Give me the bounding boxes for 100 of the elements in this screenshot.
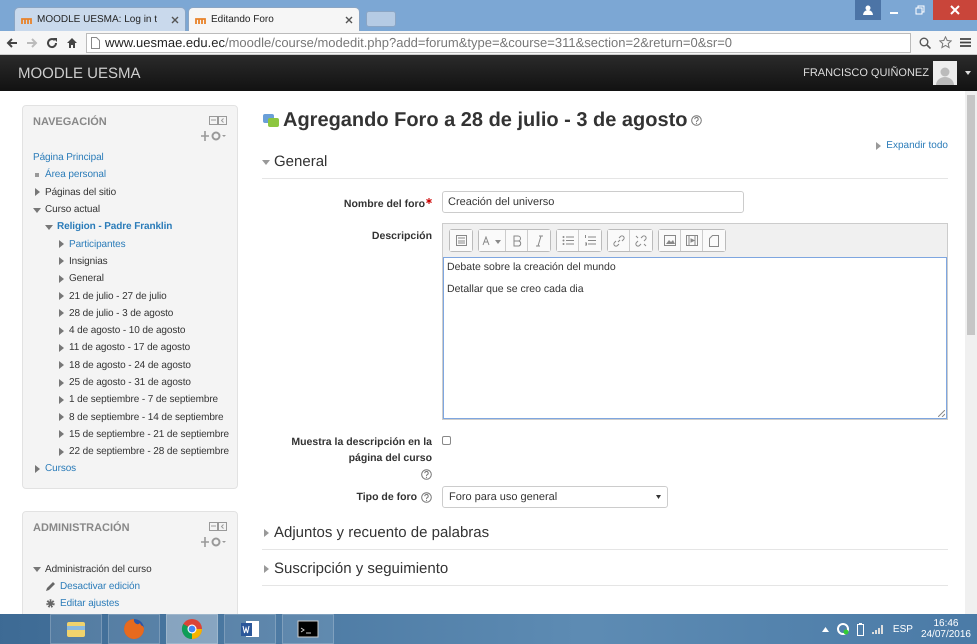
sync-icon[interactable] [836,623,849,635]
block-title: ADMINISTRACIÓN [33,522,130,534]
resize-handle-icon[interactable] [938,410,945,417]
nav-item[interactable]: 18 de agosto - 24 de agosto [69,360,191,371]
browser-tab[interactable]: Editando Foro [188,7,360,31]
move-and-gear-icon[interactable] [201,536,227,547]
numbered-list-icon[interactable] [579,230,601,251]
close-icon[interactable] [933,0,977,20]
nav-item[interactable]: Desactivar edición [60,581,140,592]
field-label: Nombre del foro [262,191,432,213]
expanded-arrow-icon [33,565,41,574]
nav-item[interactable]: 15 de septiembre - 21 de septiembre [69,428,229,440]
nav-item[interactable]: 1 de septiembre - 7 de septiembre [69,394,218,406]
forum-name-field[interactable]: Creación del universo [442,191,744,213]
nav-item[interactable]: Administración del curso [45,564,152,575]
move-and-gear-icon[interactable] [201,131,227,141]
description-text: Detallar que se creo cada dia [447,283,585,295]
language-indicator[interactable]: ESP [892,624,913,634]
forum-icon [262,112,280,128]
collapsed-arrow-icon [57,378,65,386]
nav-item[interactable]: General [69,273,104,284]
terminal-icon [297,620,319,638]
signal-icon[interactable] [872,624,885,634]
nav-item[interactable]: 28 de julio - 3 de agosto [69,308,174,319]
description-text: Debate sobre la creación del mundo [447,261,617,273]
nav-item[interactable]: Página Principal [33,152,104,164]
nav-item[interactable]: Cursos [45,463,76,474]
browser-tab[interactable]: MOODLE UESMA: Log in t [14,7,186,31]
section-heading[interactable]: Suscripción y seguimiento [274,560,448,577]
font-size-icon[interactable] [479,230,506,251]
nav-item[interactable]: 4 de agosto - 10 de agosto [69,325,186,336]
nav-item[interactable]: 8 de septiembre - 14 de septiembre [69,412,224,423]
scrollbar[interactable] [965,91,977,614]
taskbar-button[interactable] [224,614,276,644]
nav-item[interactable]: 11 de agosto - 17 de agosto [69,342,190,354]
collapsed-arrow-icon [262,564,270,572]
reload-icon[interactable] [46,36,58,48]
taskbar-button[interactable] [282,614,334,644]
menu-icon[interactable] [960,37,971,48]
clock[interactable]: 16:46 24/07/2016 [920,618,971,640]
firefox-icon [123,618,145,640]
back-icon[interactable] [6,36,18,48]
collapsed-arrow-icon [33,188,41,196]
link-icon[interactable] [608,230,630,251]
collapsed-arrow-icon [874,142,882,150]
zoom-icon[interactable] [919,36,931,48]
forum-type-select[interactable]: Foro para uso general [442,486,668,508]
media-icon[interactable] [681,230,703,251]
user-name[interactable]: FRANCISCO QUIÑONEZ [803,67,929,79]
expanded-arrow-icon [262,158,270,166]
nav-item[interactable]: Curso actual [45,204,100,216]
nav-item[interactable]: 22 de septiembre - 28 de septiembre [69,446,229,458]
nav-item[interactable]: 21 de julio - 27 de julio [69,290,167,302]
help-icon[interactable] [690,115,702,126]
nav-item[interactable]: Participantes [69,238,126,250]
close-icon[interactable] [171,16,179,24]
dock-icon[interactable] [209,522,227,531]
bold-icon[interactable] [506,230,528,251]
dock-icon[interactable] [209,116,227,125]
collapsed-arrow-icon [57,274,65,283]
help-icon[interactable] [421,469,432,480]
address-field[interactable]: www.uesmae.edu.ec/moodle/course/modedit.php?add=forum&type=&course=311&section=2&return=0&sr=0 [86,32,911,52]
block-title: NAVEGACIÓN [33,116,107,128]
section-heading[interactable]: Adjuntos y recuento de palabras [274,524,490,541]
chrome-icon [181,618,203,640]
bullet-list-icon[interactable] [557,230,579,251]
collapsed-arrow-icon [57,448,65,456]
folder-icon [66,619,86,639]
file-icon[interactable] [703,230,725,251]
nav-item[interactable]: Insignias [69,256,108,267]
star-icon[interactable] [939,36,952,49]
user-icon[interactable] [855,0,881,20]
caret-icon[interactable] [965,71,971,75]
pencil-icon [45,581,56,592]
checkbox[interactable] [442,436,451,445]
home-icon[interactable] [66,36,78,48]
section-heading[interactable]: General [274,153,328,170]
nav-item[interactable]: Área personal [45,169,106,180]
nav-item[interactable]: 25 de agosto - 31 de agosto [69,377,191,388]
site-name[interactable]: MOODLE UESMA [18,64,804,82]
toolbar-toggle-icon[interactable] [450,230,472,251]
nav-item[interactable]: Editar ajustes [60,598,120,610]
expand-all-link[interactable]: Expandir todo [874,140,948,151]
forward-icon[interactable] [26,36,38,48]
battery-icon[interactable] [856,622,864,636]
text-editor[interactable]: Debate sobre la creación del mundo Detallar que se creo cada dia [442,223,948,420]
collapsed-arrow-icon [33,464,41,473]
nav-item[interactable]: Páginas del sitio [45,186,116,198]
image-icon[interactable] [659,230,681,251]
italic-icon[interactable] [528,230,550,251]
page-title: Agregando Foro a 28 de julio - 3 de agosto [283,109,688,132]
unlink-icon[interactable] [630,230,652,251]
nav-item[interactable]: Religion - Padre Franklin [57,221,172,232]
description-field[interactable]: Debate sobre la creación del mundo Detallar que se creo cada dia [443,257,947,419]
field-label: Muestra la descripción en la página del curso [262,430,432,480]
word-icon [240,619,260,639]
collapsed-arrow-icon [262,528,270,536]
close-icon[interactable] [345,16,353,24]
collapsed-arrow-icon [57,361,65,370]
help-icon[interactable] [421,492,432,502]
